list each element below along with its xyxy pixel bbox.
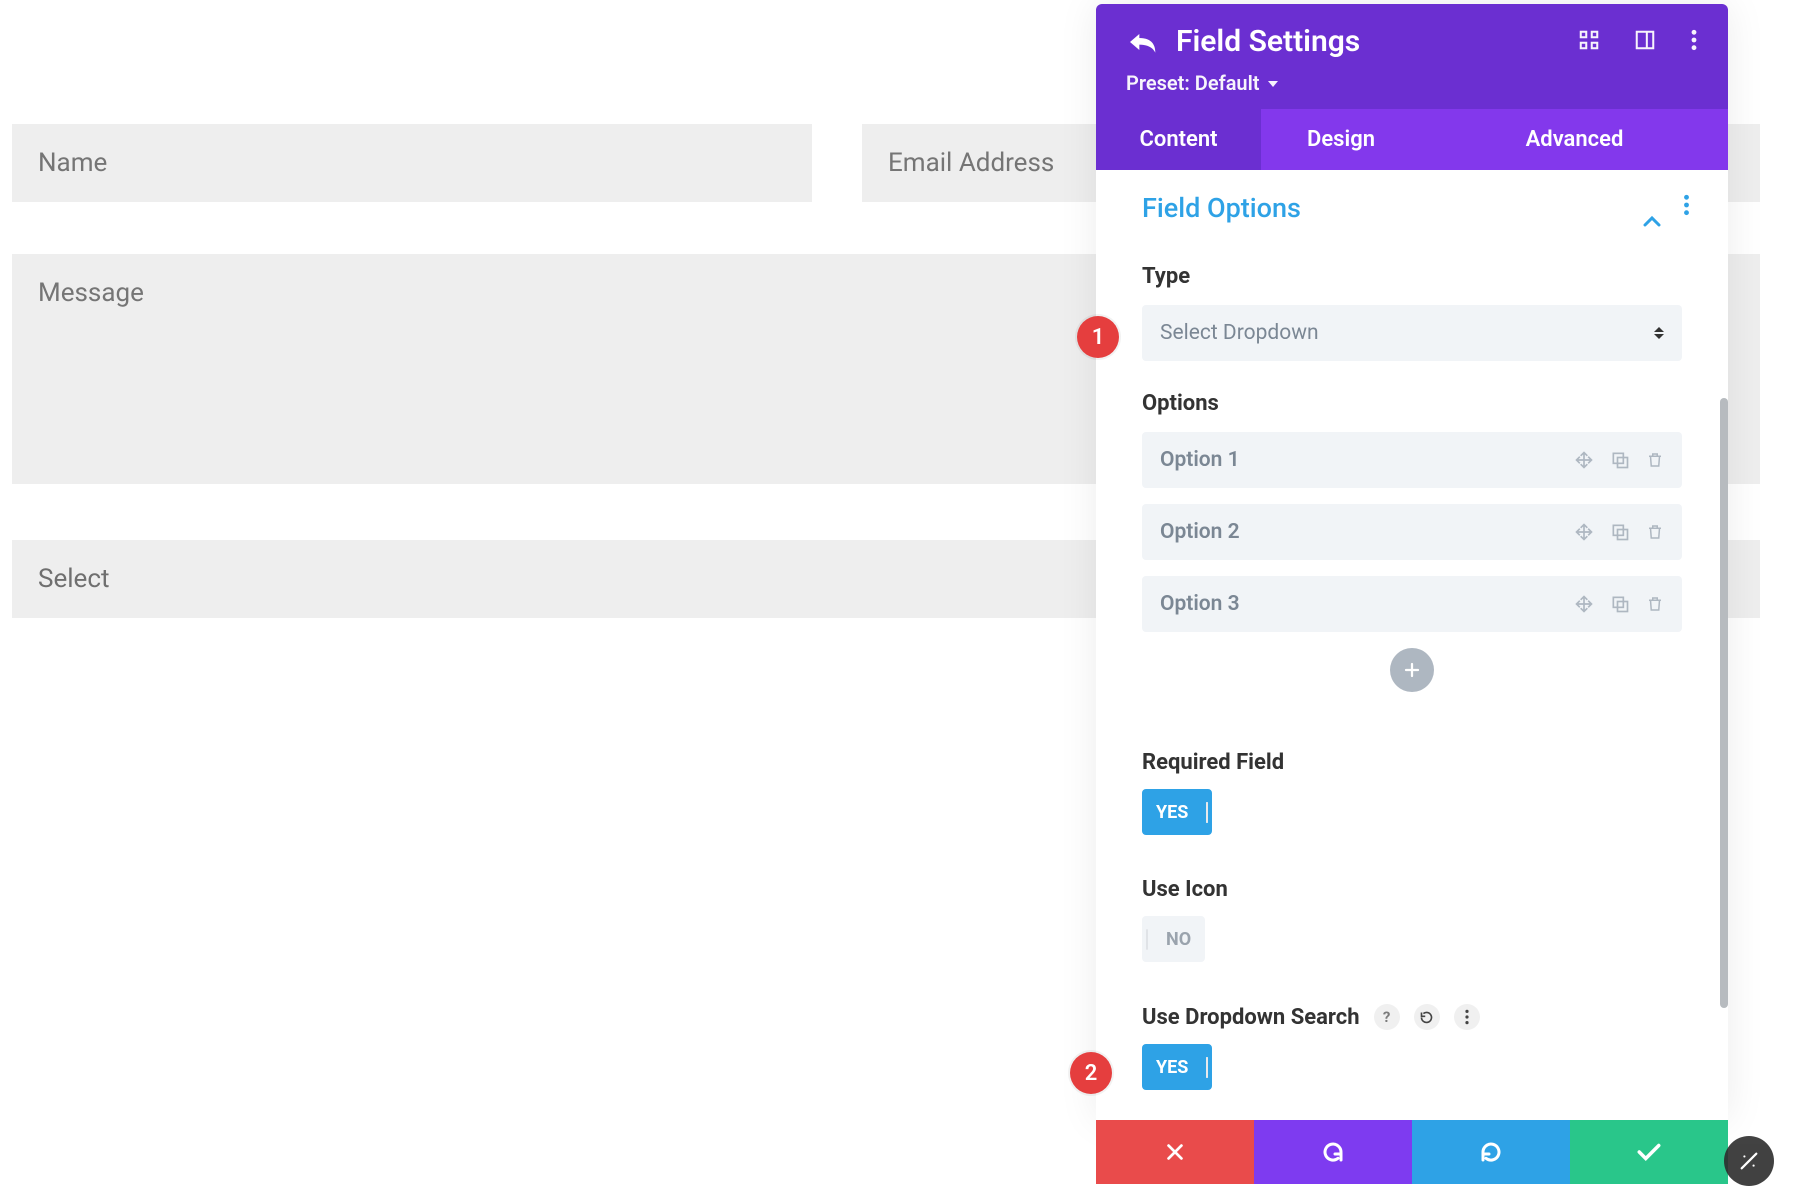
panel-header: Field Settings Preset: Default — [1096, 4, 1728, 109]
option-label: Option 1 — [1160, 448, 1574, 472]
panel-footer — [1096, 1120, 1728, 1184]
type-value: Select Dropdown — [1160, 321, 1319, 345]
undo-button[interactable] — [1254, 1120, 1412, 1184]
help-icon[interactable]: ? — [1374, 1004, 1400, 1030]
delete-icon[interactable] — [1646, 594, 1664, 614]
toggle-value: YES — [1142, 1057, 1202, 1078]
toggle-value: NO — [1152, 929, 1205, 950]
preset-selector[interactable]: Preset: Default — [1126, 71, 1698, 95]
caret-down-icon — [1268, 81, 1278, 87]
redo-button[interactable] — [1412, 1120, 1570, 1184]
sort-icon — [1654, 327, 1664, 339]
use-icon-group: Use Icon NO — [1142, 877, 1682, 962]
field-settings-panel: Field Settings Preset: Default Content D… — [1096, 4, 1728, 1120]
option-row[interactable]: Option 3 — [1142, 576, 1682, 632]
panel-tabs: Content Design Advanced — [1096, 109, 1728, 170]
name-input[interactable] — [12, 124, 812, 202]
option-actions — [1574, 522, 1664, 542]
use-icon-toggle[interactable]: NO — [1142, 916, 1205, 962]
move-icon[interactable] — [1574, 522, 1594, 542]
toggle-value: YES — [1142, 802, 1202, 823]
duplicate-icon[interactable] — [1610, 450, 1630, 470]
required-field-toggle[interactable]: YES — [1142, 789, 1212, 835]
panel-body: Field Options Type Select Dropdown Optio… — [1096, 170, 1728, 1120]
panel-header-icons — [1578, 29, 1698, 55]
options-label: Options — [1142, 391, 1682, 416]
option-more-icon[interactable] — [1454, 1004, 1480, 1030]
chevron-up-icon[interactable] — [1643, 202, 1661, 214]
tab-design[interactable]: Design — [1261, 109, 1421, 170]
duplicate-icon[interactable] — [1610, 594, 1630, 614]
reset-icon[interactable] — [1414, 1004, 1440, 1030]
layout-icon[interactable] — [1634, 29, 1656, 55]
duplicate-icon[interactable] — [1610, 522, 1630, 542]
add-option-button[interactable] — [1390, 648, 1434, 692]
section-header[interactable]: Field Options — [1096, 170, 1728, 234]
resize-handle[interactable] — [1724, 1136, 1774, 1186]
section-more-icon[interactable] — [1683, 194, 1690, 222]
use-dropdown-search-label: Use Dropdown Search ? — [1142, 1004, 1682, 1030]
use-dropdown-search-toggle[interactable]: YES — [1142, 1044, 1212, 1090]
option-label: Option 2 — [1160, 520, 1574, 544]
step-marker-2: 2 — [1070, 1052, 1112, 1094]
type-select[interactable]: Select Dropdown — [1142, 305, 1682, 361]
required-field-label: Required Field — [1142, 750, 1682, 775]
move-icon[interactable] — [1574, 450, 1594, 470]
required-field-group: Required Field YES — [1142, 750, 1682, 835]
option-row[interactable]: Option 1 — [1142, 432, 1682, 488]
tab-content[interactable]: Content — [1096, 109, 1261, 170]
use-dropdown-search-group: Use Dropdown Search ? YES — [1142, 1004, 1682, 1120]
panel-header-top: Field Settings — [1126, 24, 1698, 59]
delete-icon[interactable] — [1646, 522, 1664, 542]
cancel-button[interactable] — [1096, 1120, 1254, 1184]
expand-icon[interactable] — [1578, 29, 1600, 55]
panel-title: Field Settings — [1176, 24, 1578, 59]
back-icon[interactable] — [1126, 28, 1158, 56]
option-actions — [1574, 450, 1664, 470]
type-label: Type — [1142, 264, 1682, 289]
option-label: Option 3 — [1160, 592, 1574, 616]
delete-icon[interactable] — [1646, 450, 1664, 470]
tab-advanced[interactable]: Advanced — [1421, 109, 1728, 170]
option-row[interactable]: Option 2 — [1142, 504, 1682, 560]
use-icon-label: Use Icon — [1142, 877, 1682, 902]
section-title: Field Options — [1142, 192, 1301, 224]
move-icon[interactable] — [1574, 594, 1594, 614]
panel-scrollbar[interactable] — [1720, 398, 1728, 1008]
more-icon[interactable] — [1690, 29, 1698, 55]
option-actions — [1574, 594, 1664, 614]
step-marker-1: 1 — [1077, 316, 1119, 358]
section-content: Type Select Dropdown Options Option 1 Op… — [1096, 234, 1728, 1120]
preset-label: Preset: Default — [1126, 71, 1260, 95]
save-button[interactable] — [1570, 1120, 1728, 1184]
